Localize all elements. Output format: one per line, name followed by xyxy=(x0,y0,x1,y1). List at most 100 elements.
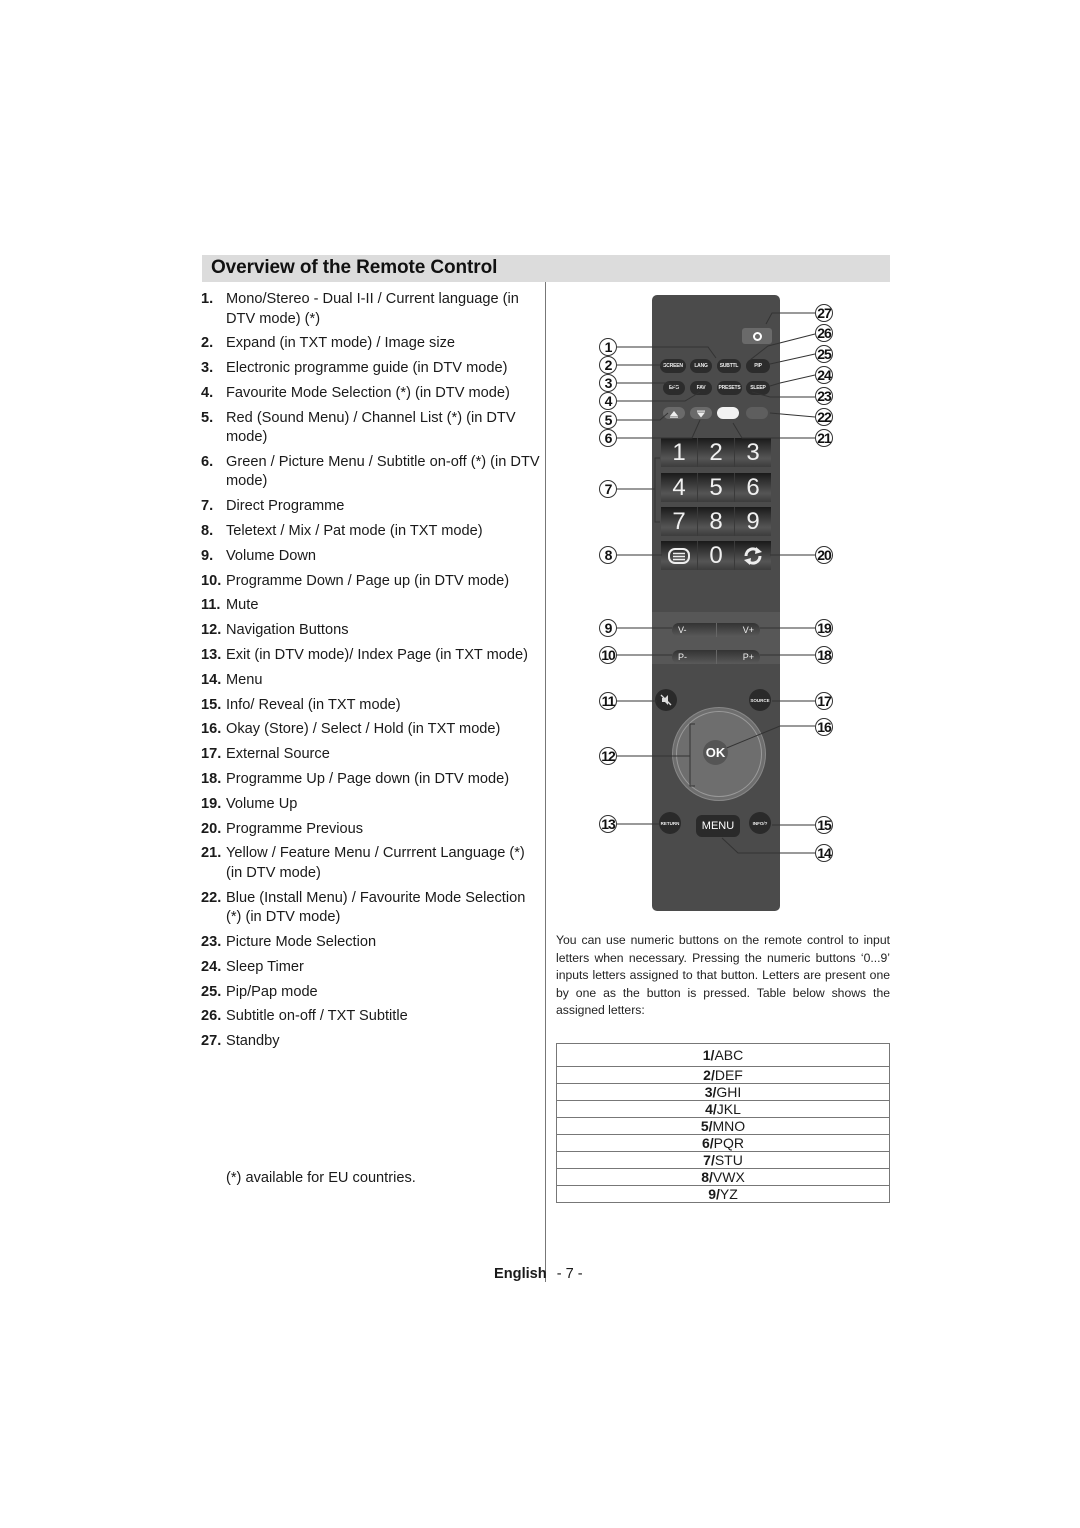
footnote: (*) available for EU countries. xyxy=(226,1170,416,1186)
item-number: 24. xyxy=(201,958,222,975)
item-text: Yellow / Feature Menu / Currrent Languag… xyxy=(226,845,525,881)
item-number: 19. xyxy=(201,795,222,812)
key-number: 9/ xyxy=(708,1186,720,1202)
list-item: 19. Volume Up xyxy=(201,795,541,815)
list-item: 22. Blue (Install Menu) / Favourite Mode … xyxy=(201,889,541,928)
item-text: Pip/Pap mode xyxy=(226,983,318,1000)
section-title-bar: Overview of the Remote Control xyxy=(202,255,890,282)
numkey-4: 4 xyxy=(661,473,698,502)
list-item: 23. Picture Mode Selection xyxy=(201,933,541,953)
item-number: 25. xyxy=(201,983,222,1000)
list-item: 9. Volume Down xyxy=(201,547,541,567)
letters-cell: 8/VWX xyxy=(556,1168,890,1186)
item-number: 18. xyxy=(201,771,222,788)
mute-icon xyxy=(660,694,672,706)
item-number: 3. xyxy=(201,360,214,377)
item-number: 6. xyxy=(201,453,214,470)
callout-15: 15 xyxy=(815,816,833,834)
item-text: Picture Mode Selection xyxy=(226,934,377,951)
green-button xyxy=(690,407,712,419)
item-text: Standby xyxy=(226,1033,280,1050)
letters-table: 1/ABC 2/DEF 3/GHI 4/JKL 5/MNO 6/PQR 7/STU 8/VWX… xyxy=(556,1043,890,1203)
item-text: Volume Down xyxy=(226,547,317,564)
callout-5: 5 xyxy=(599,411,617,429)
callout-21: 21 xyxy=(815,429,833,447)
list-item: 11. Mute xyxy=(201,596,541,616)
item-text: Green / Picture Menu / Subtitle on-off (… xyxy=(226,453,540,490)
letters-cell: 6/PQR xyxy=(556,1134,890,1152)
key-letters: VWX xyxy=(712,1169,745,1185)
callout-25: 25 xyxy=(815,345,833,363)
numkey-3: 3 xyxy=(746,438,760,466)
numkey-8: 8 xyxy=(698,507,735,536)
item-text: Red (Sound Menu) / Channel List (*) (in … xyxy=(226,409,516,446)
callout-12: 12 xyxy=(599,747,617,765)
callout-10: 10 xyxy=(599,646,617,664)
standby-button xyxy=(742,328,772,344)
item-text: Navigation Buttons xyxy=(226,622,349,639)
info-button: INFO/? xyxy=(749,812,771,834)
volume-rocker: V- V+ xyxy=(672,623,760,637)
list-item: 16. Okay (Store) / Select / Hold (in TXT … xyxy=(201,720,541,740)
return-button: RETURN xyxy=(659,812,681,834)
item-text: Favourite Mode Selection (*) (in DTV mod… xyxy=(226,384,510,401)
list-item: 4. Favourite Mode Selection (*) (in DTV m… xyxy=(201,384,541,404)
key-number: 2/ xyxy=(703,1067,715,1083)
item-text: Sleep Timer xyxy=(226,958,304,975)
item-number: 23. xyxy=(201,934,222,951)
table-row: 3/GHI xyxy=(556,1083,890,1101)
item-text: Direct Programme xyxy=(226,498,345,515)
program-rocker: P- P+ xyxy=(672,650,760,664)
fav-button: FAV xyxy=(690,381,712,395)
subtitle-button: SUBTTL xyxy=(717,359,741,373)
list-item: 3. Electronic programme guide (in DTV mod… xyxy=(201,359,541,379)
numpad-row-3: 7 8 9 xyxy=(661,507,771,536)
item-number: 11. xyxy=(201,597,221,614)
list-item: 5. Red (Sound Menu) / Channel List (*) (i… xyxy=(201,409,541,448)
item-number: 20. xyxy=(201,820,222,837)
item-text: Mute xyxy=(226,597,259,614)
numkey-2: 2 xyxy=(698,438,735,467)
callout-3: 3 xyxy=(599,374,617,392)
numkey-1: 1 xyxy=(661,438,698,467)
key-letters: DEF xyxy=(714,1067,743,1083)
teletext-icon xyxy=(668,547,690,564)
numkey-0: 0 xyxy=(698,541,735,570)
numpad-row-4: 0 xyxy=(661,541,771,570)
callout-20: 20 xyxy=(815,546,833,564)
mute-button xyxy=(655,689,677,711)
ok-button: OK xyxy=(703,740,728,765)
item-number: 5. xyxy=(201,409,214,426)
letters-intro-paragraph: You can use numeric buttons on the remot… xyxy=(556,933,890,1017)
letters-cell: 9/YZ xyxy=(556,1185,890,1203)
source-button: SOURCE xyxy=(749,689,771,711)
key-letters: STU xyxy=(714,1152,743,1168)
callout-16: 16 xyxy=(815,718,833,736)
red-button xyxy=(663,407,685,419)
key-number: 4/ xyxy=(705,1101,717,1117)
key-letters: GHI xyxy=(716,1084,742,1100)
footer-language: English xyxy=(494,1266,547,1282)
item-number: 13. xyxy=(201,647,222,664)
callout-17: 17 xyxy=(815,692,833,710)
list-item: 24. Sleep Timer xyxy=(201,958,541,978)
table-row: 8/VWX xyxy=(556,1168,890,1186)
numpad-row-2: 4 5 6 xyxy=(661,473,771,502)
callout-22: 22 xyxy=(815,408,833,426)
item-text: Exit (in DTV mode)/ Index Page (in TXT m… xyxy=(226,647,528,664)
item-text: Blue (Install Menu) / Favourite Mode Sel… xyxy=(226,889,526,926)
down-arrow-icon xyxy=(697,410,705,418)
key-letters: PQR xyxy=(713,1135,745,1151)
power-icon xyxy=(752,331,762,341)
swap-arrows-icon xyxy=(744,546,762,565)
table-row: 4/JKL xyxy=(556,1100,890,1118)
letters-cell: 7/STU xyxy=(556,1151,890,1169)
epg-button: EPG xyxy=(663,381,685,395)
item-number: 17. xyxy=(201,746,222,763)
presets-button: PRESETS xyxy=(717,381,742,395)
table-row: 1/ABC xyxy=(556,1043,890,1067)
list-item: 17. External Source xyxy=(201,745,541,765)
item-text: Subtitle on-off / TXT Subtitle xyxy=(226,1008,408,1025)
volume-down-button: V- xyxy=(672,623,717,637)
item-text: Programme Down / Page up (in DTV mode) xyxy=(226,572,510,589)
